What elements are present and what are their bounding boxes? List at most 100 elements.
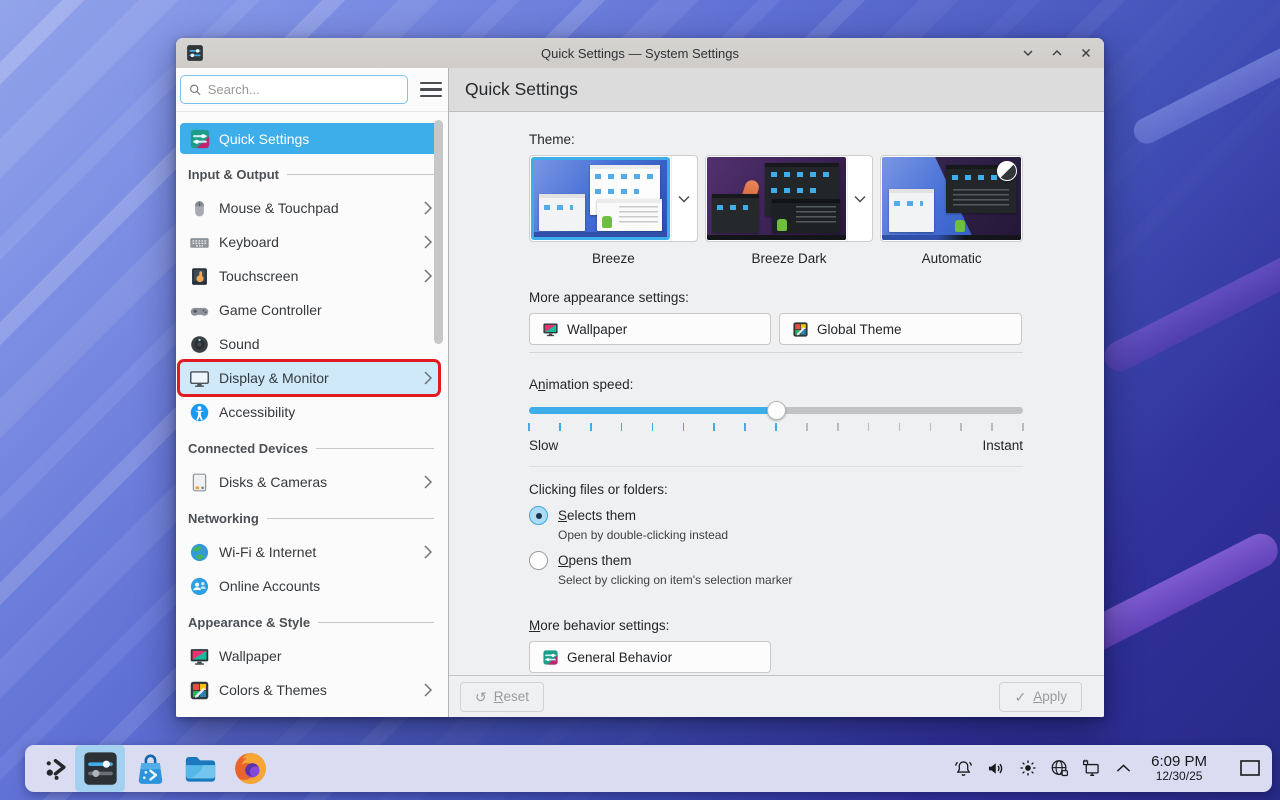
sidebar-item-display-monitor[interactable]: Display & Monitor	[180, 362, 438, 394]
breeze-variant-dropdown[interactable]	[671, 156, 696, 241]
page-content: Theme:	[449, 112, 1104, 675]
radio-label: Opens them	[558, 553, 632, 568]
radio-label: Selects them	[558, 508, 636, 523]
search-input[interactable]	[208, 82, 399, 97]
system-settings-window: Quick Settings — System Settings	[176, 38, 1104, 717]
theme-name: Breeze Dark	[705, 251, 874, 266]
automatic-theme-preview[interactable]	[882, 157, 1021, 240]
titlebar[interactable]: Quick Settings — System Settings	[176, 38, 1104, 68]
menu-hamburger-icon[interactable]	[420, 82, 442, 97]
sidebar-item-mouse-touchpad[interactable]: Mouse & Touchpad	[180, 192, 438, 224]
theme-picker	[529, 155, 1023, 242]
animation-speed-label: Animation speed:	[529, 377, 1023, 392]
taskbar-system-settings[interactable]	[75, 745, 125, 792]
separator	[529, 352, 1023, 353]
radio-opens-them[interactable]: Opens them	[529, 551, 1023, 570]
accessibility-icon	[188, 401, 211, 424]
theme-option-breeze[interactable]	[529, 155, 698, 242]
apply-button[interactable]: ✓ Apply	[999, 682, 1082, 712]
radio-button-unselected[interactable]	[529, 551, 548, 570]
page-title: Quick Settings	[465, 79, 578, 100]
breeze-theme-preview[interactable]	[531, 157, 670, 240]
firefox-icon	[232, 750, 269, 787]
chevron-down-icon	[854, 195, 866, 203]
reset-button[interactable]: ↺ Reset	[460, 682, 544, 712]
locale-globe-icon[interactable]	[1049, 758, 1070, 779]
sidebar-item-quick-settings[interactable]: Quick Settings	[180, 123, 438, 154]
button-label: Apply	[1033, 689, 1067, 704]
sidebar-item-keyboard[interactable]: Keyboard	[180, 226, 438, 258]
chevron-down-icon	[678, 195, 690, 203]
sidebar-item-label: Game Controller	[219, 302, 432, 318]
app-launcher-button[interactable]	[35, 749, 75, 789]
button-label: Wallpaper	[567, 322, 627, 337]
chevron-right-icon	[424, 235, 432, 249]
section-header-input-output: Input & Output	[180, 158, 438, 190]
sidebar-scrollbar[interactable]	[434, 120, 443, 344]
slider-tick	[713, 423, 715, 431]
theme-option-breeze-dark[interactable]	[705, 155, 874, 242]
sidebar-item-wifi-internet[interactable]: Wi-Fi & Internet	[180, 536, 438, 568]
radio-button-selected[interactable]	[529, 506, 548, 525]
slider-tick	[960, 423, 962, 431]
animation-speed-slider[interactable]	[529, 401, 1023, 421]
slider-tick	[930, 423, 932, 431]
slider-tick	[1022, 423, 1024, 431]
notifications-bell-icon[interactable]	[953, 758, 974, 779]
global-theme-button[interactable]: Global Theme	[779, 313, 1022, 345]
close-button[interactable]	[1078, 45, 1094, 61]
page-header: Quick Settings	[449, 68, 1104, 112]
brightness-icon[interactable]	[1017, 758, 1038, 779]
sidebar-item-colors-themes[interactable]: Colors & Themes	[180, 674, 438, 706]
show-desktop-icon[interactable]	[1238, 758, 1262, 779]
slider-tick	[991, 423, 993, 431]
taskbar-discover[interactable]	[125, 745, 175, 792]
slider-tick	[868, 423, 870, 431]
sidebar-item-touchscreen[interactable]: Touchscreen	[180, 260, 438, 292]
sidebar-item-label: Quick Settings	[219, 131, 432, 147]
touchscreen-icon	[188, 265, 211, 288]
app-launcher-icon	[42, 755, 69, 782]
keyboard-icon	[188, 231, 211, 254]
slider-tick	[652, 423, 654, 431]
sidebar-item-online-accounts[interactable]: Online Accounts	[180, 570, 438, 602]
slider-handle[interactable]	[767, 401, 786, 420]
wallpaper-button[interactable]: Wallpaper	[529, 313, 771, 345]
sidebar-item-wallpaper[interactable]: Wallpaper	[180, 640, 438, 672]
minimize-button[interactable]	[1020, 45, 1036, 61]
digital-clock[interactable]: 6:09 PM 12/30/25	[1151, 753, 1207, 784]
breeze-dark-theme-preview[interactable]	[707, 157, 846, 240]
slider-tick	[590, 423, 592, 431]
clicking-label: Clicking files or folders:	[529, 482, 1023, 497]
slider-tick	[528, 423, 530, 431]
sidebar-item-label: Online Accounts	[219, 578, 432, 594]
network-display-icon[interactable]	[1081, 758, 1102, 779]
expand-tray-chevron-icon[interactable]	[1113, 758, 1134, 779]
sound-icon	[188, 333, 211, 356]
sidebar-item-disks-cameras[interactable]: Disks & Cameras	[180, 466, 438, 498]
general-behavior-button[interactable]: General Behavior	[529, 641, 771, 673]
sidebar-item-game-controller[interactable]: Game Controller	[180, 294, 438, 326]
sidebar-item-accessibility[interactable]: Accessibility	[180, 396, 438, 428]
behavior-settings-label: More behavior settings:	[529, 618, 1023, 633]
taskbar-firefox[interactable]	[225, 745, 275, 792]
slider-tick	[621, 423, 623, 431]
volume-icon[interactable]	[985, 758, 1006, 779]
slider-tick	[806, 423, 808, 431]
breeze-dark-variant-dropdown[interactable]	[847, 156, 872, 241]
maximize-button[interactable]	[1049, 45, 1065, 61]
theme-option-automatic[interactable]	[880, 155, 1023, 242]
section-header-networking: Networking	[180, 502, 438, 534]
system-settings-icon	[82, 750, 119, 787]
theme-name: Automatic	[880, 251, 1023, 266]
separator	[529, 466, 1023, 467]
sidebar-item-sound[interactable]: Sound	[180, 328, 438, 360]
chevron-right-icon	[424, 201, 432, 215]
section-header-appearance-style: Appearance & Style	[180, 606, 438, 638]
search-box[interactable]	[180, 75, 408, 104]
game-controller-icon	[188, 299, 211, 322]
taskbar-file-manager[interactable]	[175, 745, 225, 792]
chevron-right-icon	[424, 269, 432, 283]
file-manager-icon	[182, 750, 219, 787]
radio-selects-them[interactable]: Selects them	[529, 506, 1023, 525]
